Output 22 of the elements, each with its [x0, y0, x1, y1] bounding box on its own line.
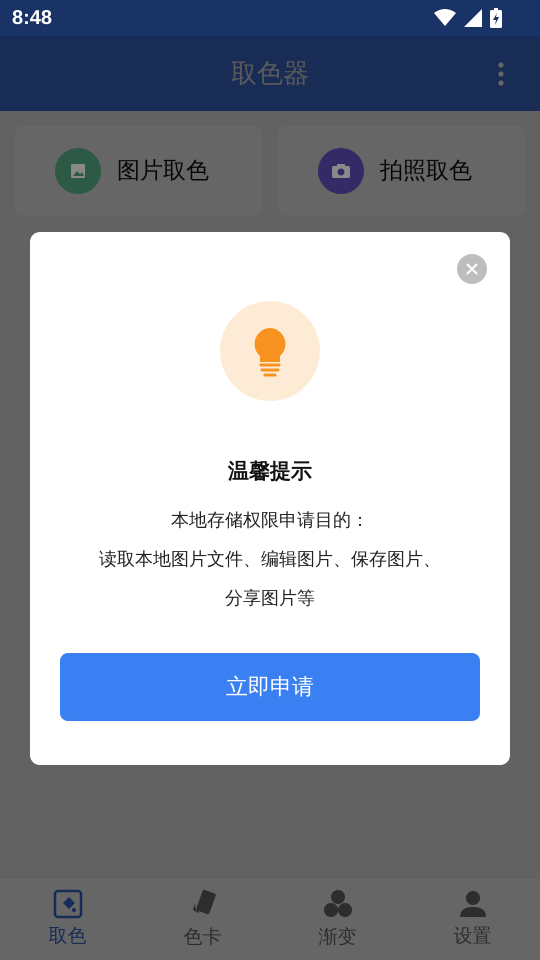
paint-bucket-icon [52, 889, 82, 919]
nav-tab[interactable]: 设置 [405, 878, 540, 960]
dialog-message: 分享图片等 [225, 587, 315, 611]
dialog-message: 读取本地图片文件、编辑图片、保存图片、 [99, 548, 441, 572]
circles-icon [322, 888, 354, 920]
pick-card[interactable]: 拍照取色 [278, 126, 525, 215]
status-time: 8:48 [12, 6, 52, 30]
nav-tab[interactable]: 色卡 [135, 878, 270, 960]
apply-button[interactable]: 立即申请 [60, 653, 480, 721]
more-icon[interactable] [498, 62, 504, 86]
dialog-message: 本地存储权限申请目的： [171, 509, 369, 533]
signal-icon [464, 9, 482, 27]
battery-icon [490, 8, 502, 28]
nav-tab[interactable]: 取色 [0, 878, 135, 960]
app-title: 取色器 [231, 58, 309, 91]
close-icon[interactable] [457, 254, 487, 284]
dialog-title: 温馨提示 [228, 458, 312, 485]
pick-card[interactable]: 图片取色 [15, 126, 262, 215]
nav-tab[interactable]: 渐变 [270, 878, 405, 960]
lightbulb-icon [220, 301, 320, 401]
wifi-icon [434, 9, 456, 27]
person-icon [458, 889, 488, 919]
